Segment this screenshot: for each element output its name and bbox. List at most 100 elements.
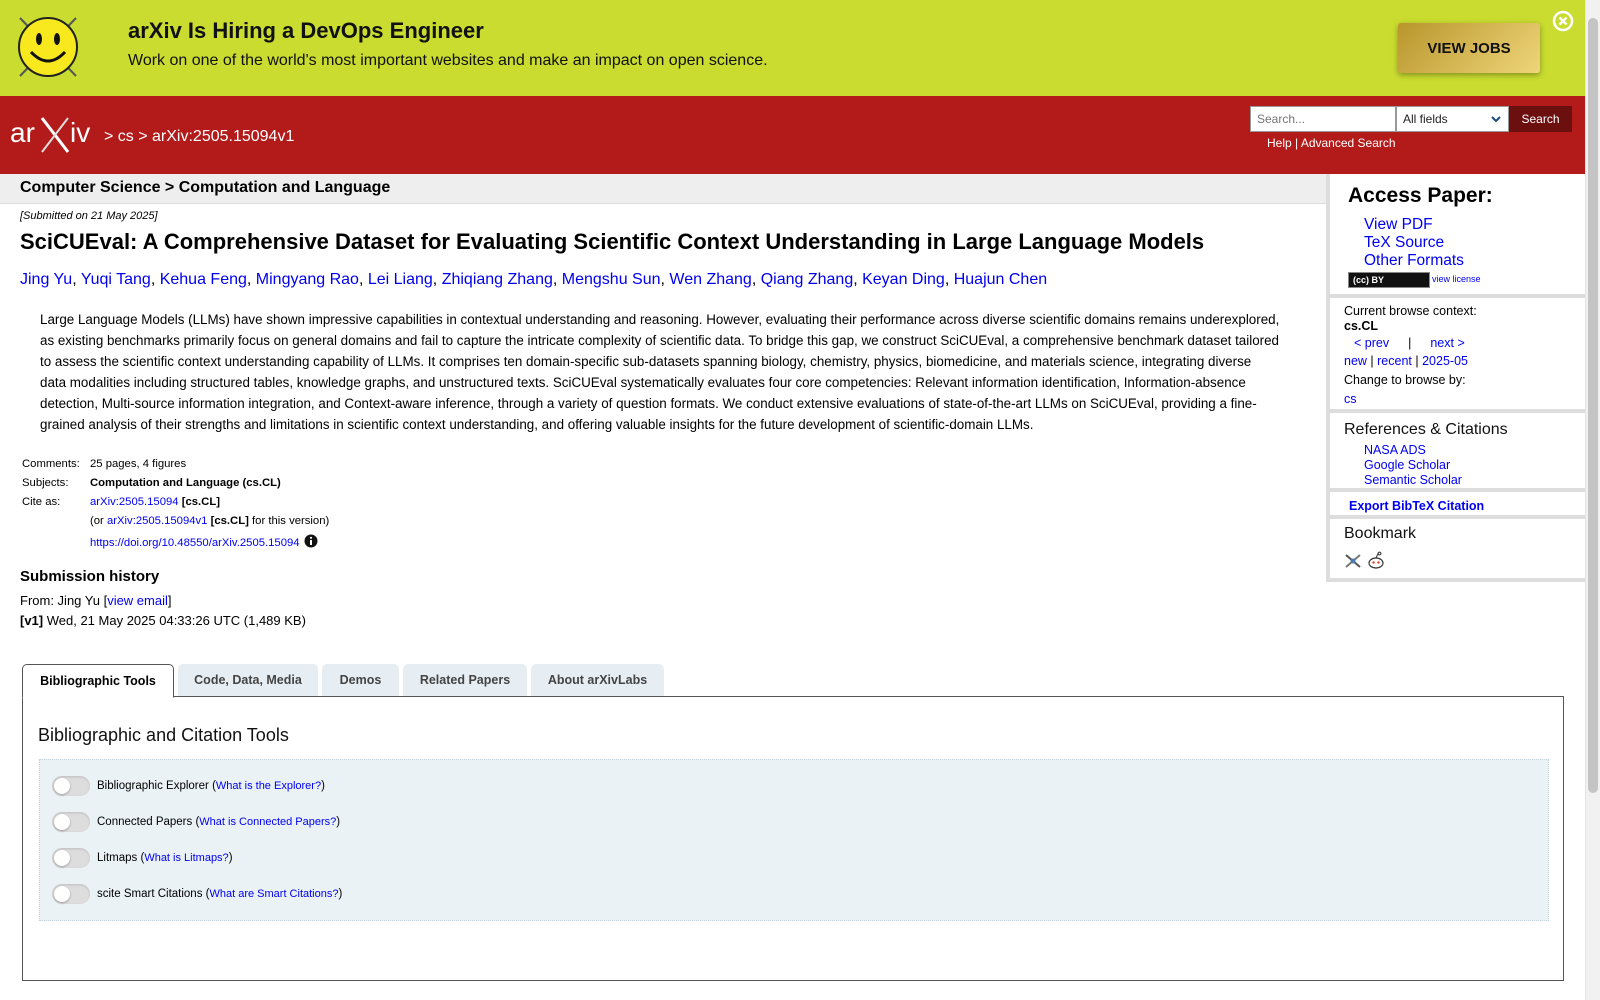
license-badge[interactable]: (cc) BY (1348, 272, 1430, 288)
hiring-banner: arXiv Is Hiring a DevOps Engineer Work o… (0, 0, 1585, 96)
tex-source-link[interactable]: TeX Source (1364, 234, 1444, 252)
tool-name: Litmaps (97, 852, 138, 865)
search-input[interactable] (1250, 106, 1396, 132)
author-link[interactable]: Wen Zhang (669, 271, 751, 288)
google-scholar-link[interactable]: Google Scholar (1364, 458, 1450, 472)
author-link[interactable]: Keyan Ding (862, 271, 945, 288)
litmaps-toggle[interactable] (52, 848, 90, 868)
author-link[interactable]: Huajun Chen (954, 271, 1047, 288)
tool-help-link[interactable]: What are Smart Citations? (209, 888, 338, 900)
help-link[interactable]: Help (1267, 136, 1292, 150)
view-email-link[interactable]: view email (107, 593, 168, 608)
panel-title: Bibliographic and Citation Tools (38, 725, 289, 745)
browse-cs-link[interactable]: cs (1344, 392, 1357, 406)
submission-history-title: Submission history (20, 568, 160, 585)
cite-category: [cs.CL] (181, 496, 220, 508)
access-paper-title: Access Paper: (1348, 184, 1493, 207)
tab-code-data-media[interactable]: Code, Data, Media (178, 664, 318, 696)
tool-help-link[interactable]: What is the Explorer? (216, 780, 321, 792)
version-date: Wed, 21 May 2025 04:33:26 UTC (1,489 KB) (43, 613, 306, 628)
author-list: Jing Yu, Yuqi Tang, Kehua Feng, Mingyang… (20, 271, 1048, 288)
connected-papers-toggle[interactable] (52, 812, 90, 832)
page-scrollbar[interactable] (1585, 0, 1600, 1000)
from-prefix: From: Jing Yu [ (20, 593, 108, 608)
help-separator: | (1291, 136, 1301, 150)
tab-demos[interactable]: Demos (322, 664, 399, 696)
sidebar: Access Paper: View PDF TeX Source Other … (1326, 174, 1585, 582)
search-button[interactable]: Search (1509, 106, 1572, 132)
author-link[interactable]: Mingyang Rao (256, 271, 359, 288)
search-field-value: All fields (1403, 112, 1448, 126)
bookmark-title: Bookmark (1344, 525, 1417, 542)
tab-about-arxivlabs[interactable]: About arXivLabs (531, 664, 664, 696)
arxiv-logo[interactable]: ar iv (10, 114, 102, 154)
author-link[interactable]: Yuqi Tang (81, 271, 151, 288)
author-link[interactable]: Jing Yu (20, 271, 72, 288)
author-link[interactable]: Mengshu Sun (562, 271, 661, 288)
export-box: Export BibTeX Citation (1330, 492, 1585, 519)
tool-help-link[interactable]: What is Litmaps? (144, 852, 228, 864)
month-link[interactable]: 2025-05 (1422, 354, 1468, 368)
tool-name: scite Smart Citations (97, 888, 203, 901)
prev-link[interactable]: < prev (1354, 336, 1389, 350)
nav-separator: | (1408, 336, 1412, 350)
close-icon[interactable] (1552, 10, 1574, 32)
info-icon[interactable] (304, 534, 318, 548)
view-pdf-link[interactable]: View PDF (1364, 216, 1433, 234)
tool-item: Bibliographic Explorer (What is the Expl… (52, 776, 325, 796)
browse-context-value: cs.CL (1344, 319, 1379, 333)
subjects-value: Computation and Language (cs.CL) (90, 477, 281, 489)
recent-link[interactable]: recent (1377, 354, 1412, 368)
browse-context-label: Current browse context: (1344, 304, 1477, 318)
breadcrumb[interactable]: > cs > arXiv:2505.15094v1 (104, 128, 294, 146)
bibsonomy-icon[interactable] (1344, 552, 1362, 570)
references-box: References & Citations NASA ADS Google S… (1330, 413, 1585, 492)
other-formats-link[interactable]: Other Formats (1364, 252, 1464, 270)
banner-subtitle: Work on one of the world's most importan… (128, 52, 768, 69)
tool-help-link[interactable]: What is Connected Papers? (199, 816, 336, 828)
advanced-search-link[interactable]: Advanced Search (1301, 136, 1396, 150)
access-paper-box: Access Paper: View PDF TeX Source Other … (1330, 174, 1585, 298)
subject-breadcrumb[interactable]: Computer Science > Computation and Langu… (20, 179, 390, 197)
cite-label: Cite as: (22, 496, 61, 508)
reddit-icon[interactable] (1366, 551, 1386, 571)
bibliographic-explorer-toggle[interactable] (52, 776, 90, 796)
subject-bar: Computer Science > Computation and Langu… (0, 174, 1326, 204)
author-link[interactable]: Kehua Feng (160, 271, 247, 288)
tool-name: Bibliographic Explorer (97, 780, 209, 793)
doi-link[interactable]: https://doi.org/10.48550/arXiv.2505.1509… (90, 537, 300, 549)
site-header: ar iv > cs > arXiv:2505.15094v1 All fiel… (0, 96, 1585, 174)
help-links: Help | Advanced Search (1267, 136, 1396, 150)
browse-links: new | recent | 2025-05 (1344, 354, 1468, 368)
cite-id-link[interactable]: arXiv:2505.15094 (90, 496, 179, 508)
bookmark-icons (1344, 551, 1386, 571)
author-link[interactable]: Zhiqiang Zhang (442, 271, 553, 288)
references-title: References & Citations (1344, 421, 1508, 438)
view-license-link[interactable]: view license (1432, 274, 1481, 284)
semantic-scholar-link[interactable]: Semantic Scholar (1364, 473, 1462, 487)
tab-related-papers[interactable]: Related Papers (403, 664, 527, 696)
svg-text:iv: iv (70, 117, 90, 148)
scite-toggle[interactable] (52, 884, 90, 904)
svg-text:ar: ar (10, 117, 35, 148)
tool-item: Litmaps (What is Litmaps?) (52, 848, 233, 868)
smiley-face-icon (18, 17, 78, 77)
chevron-down-icon (1491, 116, 1501, 123)
next-link[interactable]: next > (1430, 336, 1464, 350)
prev-next-nav: < prev | next > (1354, 336, 1465, 350)
cite-version-link[interactable]: arXiv:2505.15094v1 (107, 515, 208, 527)
scrollbar-thumb[interactable] (1588, 18, 1598, 793)
change-browse-label: Change to browse by: (1344, 373, 1466, 387)
author-link[interactable]: Lei Liang (368, 271, 433, 288)
tab-panel: Bibliographic and Citation Tools Bibliog… (22, 696, 1564, 981)
tab-bibliographic-tools[interactable]: Bibliographic Tools (22, 664, 174, 698)
tools-list: Bibliographic Explorer (What is the Expl… (39, 759, 1549, 921)
nasa-ads-link[interactable]: NASA ADS (1364, 443, 1426, 457)
view-jobs-button[interactable]: VIEW JOBS (1398, 23, 1540, 73)
author-link[interactable]: Qiang Zhang (761, 271, 854, 288)
version-label[interactable]: [v1] (20, 613, 43, 628)
new-link[interactable]: new (1344, 354, 1367, 368)
search-field-select[interactable]: All fields (1396, 106, 1509, 132)
tool-name: Connected Papers (97, 816, 193, 829)
export-bibtex-link[interactable]: Export BibTeX Citation (1349, 499, 1484, 513)
